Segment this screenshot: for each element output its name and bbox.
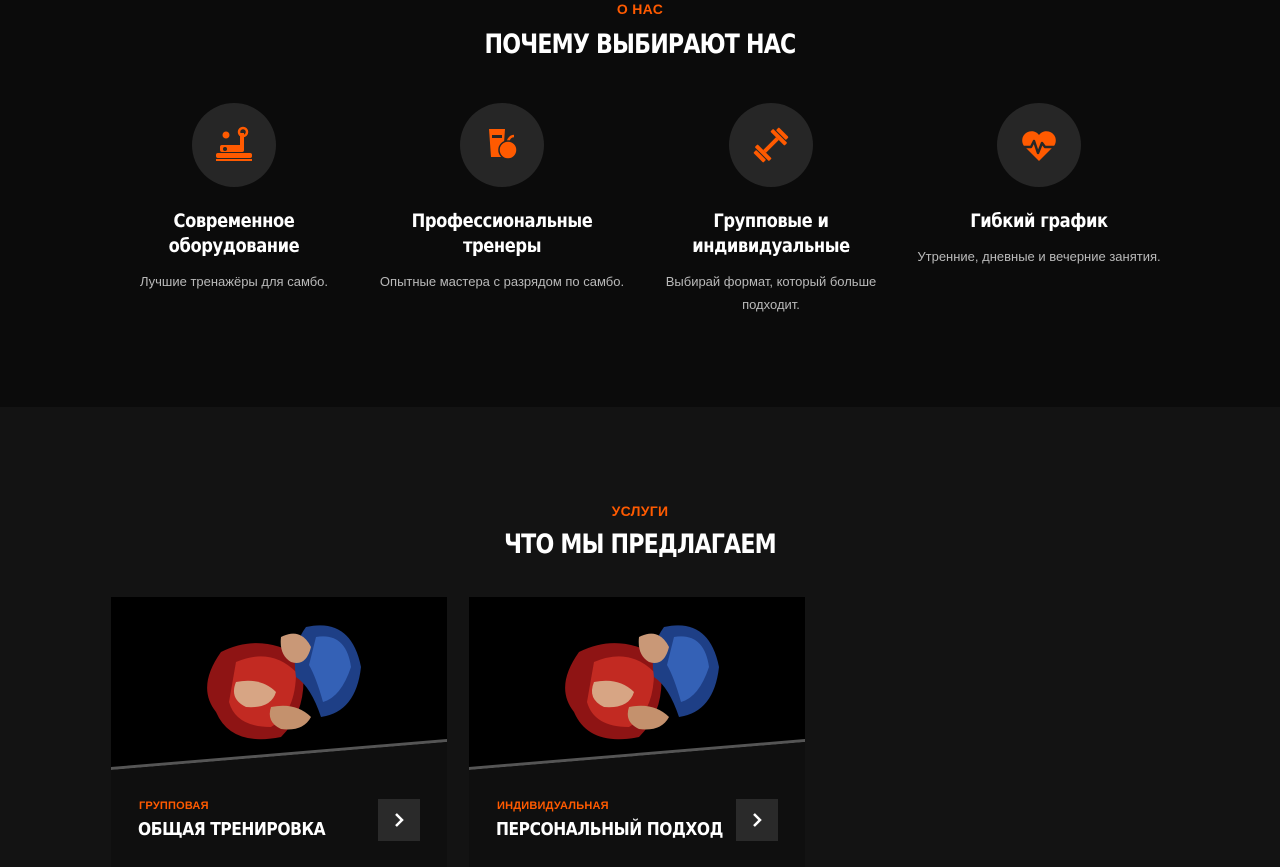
feature-description: Утренние, дневные и вечерние занятия. xyxy=(917,249,1161,264)
feature-trainers: Профессиональные тренеры Опытные мастера… xyxy=(367,103,637,293)
feature-title: Гибкий график xyxy=(970,210,1108,232)
chevron-right-icon xyxy=(753,813,762,827)
service-card-group[interactable]: ГРУППОВАЯ ОБЩАЯ ТРЕНИРОВКА xyxy=(111,597,447,867)
feature-description: Выбирай формат, который больше подходит. xyxy=(665,274,877,312)
service-card-tag: ГРУППОВАЯ xyxy=(139,800,209,812)
feature-formats: Групповые и индивидуальные Выбирай форма… xyxy=(636,103,906,316)
heartbeat-icon xyxy=(1021,131,1057,161)
chevron-right-icon xyxy=(395,813,404,827)
about-eyebrow: О НАС xyxy=(616,1,664,17)
services-title: ЧТО МЫ ПРЕДЛАГАЕМ xyxy=(504,529,777,560)
feature-equipment: Современное оборудование Лучшие тренажёр… xyxy=(99,103,369,293)
service-card-tag: ИНДИВИДУАЛЬНАЯ xyxy=(497,800,609,812)
service-card-name[interactable]: ОБЩАЯ ТРЕНИРОВКА xyxy=(138,819,326,840)
about-section: О НАС ПОЧЕМУ ВЫБИРАЮТ НАС Современное об… xyxy=(0,0,1280,407)
about-title: ПОЧЕМУ ВЫБИРАЮТ НАС xyxy=(484,29,797,60)
feature-schedule: Гибкий график Утренние, дневные и вечерн… xyxy=(904,103,1174,268)
feature-icon-circle xyxy=(997,103,1081,187)
feature-icon-circle xyxy=(192,103,276,187)
feature-description: Опытные мастера с разрядом по самбо. xyxy=(379,274,625,289)
feature-title: Профессиональные тренеры xyxy=(411,210,593,257)
service-card-name[interactable]: ПЕРСОНАЛЬНЫЙ ПОДХОД xyxy=(496,819,723,840)
treadmill-icon xyxy=(216,126,252,161)
sambo-grip-photo xyxy=(469,597,805,777)
sambo-grip-photo xyxy=(111,597,447,777)
nutrition-icon xyxy=(489,129,518,160)
feature-icon-circle xyxy=(729,103,813,187)
feature-icon-circle xyxy=(460,103,544,187)
services-eyebrow: УСЛУГИ xyxy=(611,503,669,519)
service-card-arrow-button[interactable] xyxy=(736,799,778,841)
feature-title: Современное оборудование xyxy=(168,210,300,257)
feature-title: Групповые и индивидуальные xyxy=(692,210,850,257)
feature-description: Лучшие тренажёры для самбо. xyxy=(139,274,329,289)
service-card-arrow-button[interactable] xyxy=(378,799,420,841)
dumbbell-icon xyxy=(753,127,789,163)
service-card-individual[interactable]: ИНДИВИДУАЛЬНАЯ ПЕРСОНАЛЬНЫЙ ПОДХОД xyxy=(469,597,805,867)
